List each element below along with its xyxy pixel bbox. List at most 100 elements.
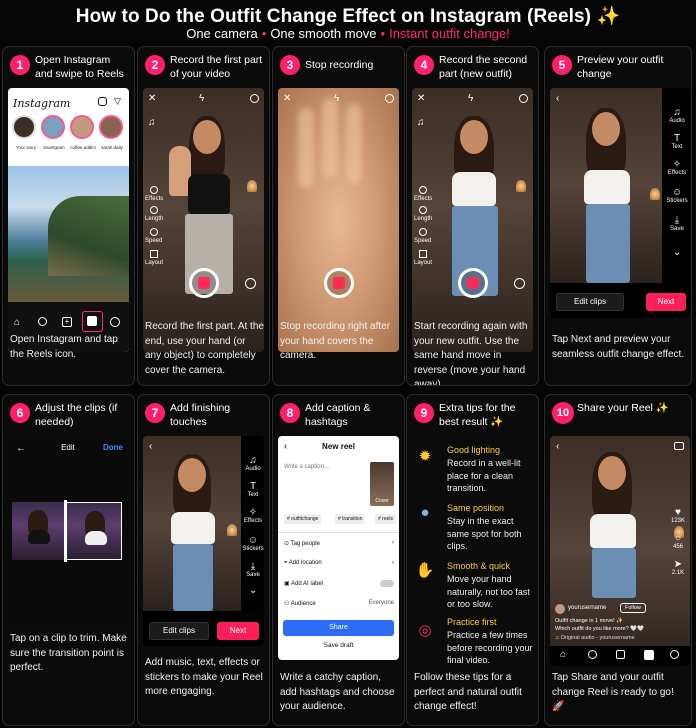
cover-thumbnail[interactable]: Cover [370,462,394,506]
tool-stickers[interactable]: ☺ Stickers [242,536,264,553]
follow-button[interactable]: Follow [620,603,646,613]
ai-label-toggle[interactable] [380,580,394,587]
row-audience[interactable]: ⚇ Audience Everyone [284,600,394,607]
cover-label: Cover [375,498,389,504]
feed-post-image[interactable] [8,166,129,302]
search-icon[interactable] [588,650,597,659]
caption-input[interactable]: Write a caption... [284,464,329,470]
row-add-location[interactable]: ⌖ Add location › [284,560,394,567]
tool-length[interactable]: Length [414,206,432,223]
settings-icon[interactable] [250,94,259,103]
comment-button[interactable]: ○ 456 [668,534,688,551]
tool-stickers[interactable]: ☺ Stickers [666,188,688,205]
audio-icon[interactable]: ♫ [148,118,156,128]
back-icon[interactable]: ‹ [556,442,559,452]
step-description: Add music, text, effects or stickers to … [145,657,263,697]
layout-icon [150,250,158,258]
share-button[interactable]: Share [283,620,394,636]
close-icon[interactable]: ✕ [148,94,156,104]
bottom-nav: ⌂ [550,646,690,666]
audio-label[interactable]: ♫ Original audio - yourusername [555,635,635,641]
edit-clips-button[interactable]: Edit clips [149,622,209,640]
share-button[interactable]: ➤ 2.1K [668,560,688,577]
audio-icon[interactable]: ♫ [417,118,425,128]
blurred-hand [278,88,399,352]
back-icon[interactable]: ← [16,444,26,454]
like-button[interactable]: ♥ 123K [668,508,688,525]
flash-icon[interactable]: ϟ [199,94,204,104]
save-draft-button[interactable]: Save draft [283,642,394,649]
lamp [516,180,526,192]
tool-text[interactable]: T Text [666,134,688,151]
tool-effects[interactable]: Effects [145,186,163,203]
flip-camera-icon[interactable] [514,278,525,289]
avatar[interactable] [555,604,565,614]
create-icon[interactable] [616,650,625,659]
next-button[interactable]: Next [217,622,259,640]
record-button[interactable] [457,268,488,298]
chevron-down-icon[interactable]: ⌄ [673,248,681,258]
step-title: Record the first part of your video [170,54,263,80]
edit-clips-button[interactable]: Edit clips [556,293,624,311]
create-icon[interactable]: + [62,317,72,327]
reels-icon[interactable] [644,650,654,660]
step-number: 5 [552,55,572,75]
subtitle-part-2: One smooth move [270,26,377,41]
home-icon[interactable]: ⌂ [14,318,20,328]
tool-length[interactable]: Length [145,206,163,223]
flash-icon[interactable]: ϟ [468,94,473,104]
tool-audio[interactable]: ♫ Audio [242,456,264,473]
trim-handle[interactable] [64,500,67,562]
reels-tab-highlight[interactable] [82,311,103,332]
story-avatar[interactable] [41,115,65,139]
flash-icon[interactable]: ϟ [334,94,339,104]
preview-video: ‹ [143,436,241,611]
story-avatar[interactable] [99,115,123,139]
tool-speed[interactable]: Speed [414,228,431,245]
settings-icon[interactable] [519,94,528,103]
clip-thumbnail-1[interactable] [12,502,64,560]
back-icon[interactable]: ‹ [556,94,559,104]
tool-layout[interactable]: Layout [145,250,163,267]
tool-layout[interactable]: Layout [414,250,432,267]
send-icon[interactable]: ▽ [114,97,121,106]
flip-camera-icon[interactable] [245,278,256,289]
home-icon[interactable]: ⌂ [560,650,566,660]
tool-audio[interactable]: ♫ Audio [666,108,688,125]
tool-effects[interactable]: Effects [414,186,432,203]
chevron-down-icon[interactable]: ⌄ [249,586,257,596]
done-button[interactable]: Done [103,443,123,452]
reels-icon [87,316,97,326]
story-avatar[interactable] [70,115,94,139]
messenger-icon[interactable] [98,97,107,106]
speed-icon [418,228,427,236]
phone-screen-edit-clips: ← Edit Done [8,436,129,626]
search-icon[interactable] [38,317,47,326]
clip-thumbnail-2[interactable] [66,502,122,560]
tool-speed[interactable]: Speed [145,228,162,245]
next-button[interactable]: Next [646,293,686,311]
row-ai-label[interactable]: ▣ Add AI label [284,580,394,587]
profile-icon[interactable] [670,650,679,659]
username[interactable]: yourusername [568,605,606,611]
hashtag-chip[interactable]: # reels [375,514,397,524]
close-icon[interactable]: ✕ [283,94,291,104]
profile-icon[interactable] [110,317,120,327]
story-avatar[interactable] [12,115,36,139]
tool-effects[interactable]: ✧ Effects [242,508,264,525]
back-icon[interactable]: ‹ [149,442,152,452]
tool-save[interactable]: ⤓ Save [666,216,688,233]
tool-effects[interactable]: ✧ Effects [666,160,688,177]
step-title: Record the second part (new outfit) [439,54,528,80]
record-button[interactable] [188,268,219,298]
camera-icon[interactable] [674,442,684,450]
settings-icon[interactable] [385,94,394,103]
hashtag-chip[interactable]: # transition [335,514,366,524]
tool-text[interactable]: T Text [242,482,264,499]
row-tag-people[interactable]: ⊙ Tag people › [284,540,394,547]
tool-save[interactable]: ⤓ Save [242,562,264,579]
stop-record-button[interactable] [323,268,354,298]
close-icon[interactable]: ✕ [417,94,425,104]
hashtag-chip[interactable]: # outfitchange [284,514,322,524]
hand-icon: ✋ [415,562,435,579]
